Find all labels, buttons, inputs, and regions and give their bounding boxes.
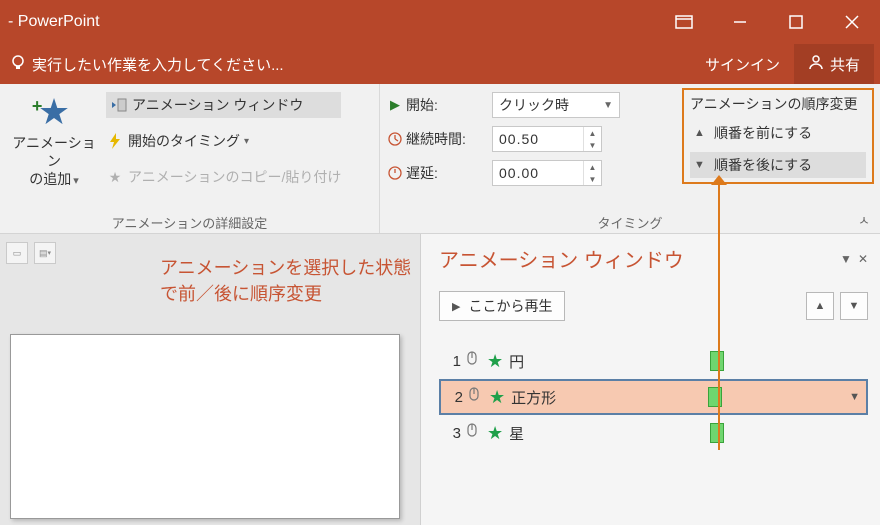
- animation-pane-button[interactable]: アニメーション ウィンドウ: [106, 92, 341, 118]
- annotation-text: アニメーションを選択した状態で前／後に順序変更: [160, 254, 420, 306]
- trigger-button[interactable]: 開始のタイミング ▾: [106, 128, 341, 154]
- move-later-button[interactable]: ▼ 順番を後にする: [690, 152, 866, 178]
- play-icon: ▶: [452, 300, 460, 313]
- start-bullet-icon: ▶: [386, 97, 404, 113]
- share-label: 共有: [830, 54, 860, 75]
- advanced-group-label: アニメーションの詳細設定: [0, 211, 379, 233]
- triangle-down-icon: ▼: [694, 159, 710, 171]
- reorder-title: アニメーションの順序変更: [690, 94, 866, 114]
- animation-item-selected[interactable]: 2 ★ 正方形 ▼: [439, 379, 868, 415]
- item-label: 星: [509, 423, 710, 444]
- item-label: 正方形: [511, 387, 708, 408]
- animation-painter-button: ★ アニメーションのコピー/貼り付け: [106, 164, 341, 190]
- tellme-input[interactable]: 実行したい作業を入力してください...: [32, 54, 691, 75]
- item-number: 2: [445, 389, 463, 406]
- delay-clock-icon: [386, 166, 404, 180]
- start-value: クリック時: [499, 95, 569, 115]
- duration-clock-icon: [386, 132, 404, 146]
- timing-bar: [710, 423, 724, 443]
- play-from-label: ここから再生: [468, 296, 552, 316]
- collapse-ribbon-icon[interactable]: ㅅ: [858, 210, 870, 229]
- mouse-click-icon: [465, 350, 479, 372]
- animation-pane-label: アニメーション ウィンドウ: [132, 95, 303, 115]
- animation-pane-icon: [110, 98, 128, 112]
- app-title: - PowerPoint: [0, 0, 656, 44]
- tellme-bulb-icon: [10, 54, 26, 75]
- animation-painter-label: アニメーションのコピー/貼り付け: [128, 167, 341, 187]
- move-down-button[interactable]: ▼: [840, 292, 868, 320]
- ribbon-display-options-icon[interactable]: [656, 0, 712, 44]
- triangle-up-icon: ▲: [694, 127, 710, 139]
- animation-pane: アニメーション ウィンドウ ▼ ✕ ▶ ここから再生 ▲ ▼ 1 ★: [420, 234, 880, 525]
- item-dropdown-icon[interactable]: ▼: [849, 391, 860, 403]
- slide-canvas[interactable]: [10, 334, 400, 519]
- share-button[interactable]: 共有: [794, 44, 874, 84]
- delay-value: 00.00: [493, 165, 583, 181]
- outline-view-button[interactable]: ▤▾: [34, 242, 56, 264]
- move-earlier-label: 順番を前にする: [714, 123, 812, 143]
- close-button[interactable]: [824, 0, 880, 44]
- play-from-button[interactable]: ▶ ここから再生: [439, 291, 565, 321]
- star-icon: ★: [487, 423, 503, 444]
- timing-group-label: タイミング: [380, 211, 880, 233]
- pane-close-icon[interactable]: ✕: [858, 252, 868, 266]
- animation-item[interactable]: 1 ★ 円: [439, 343, 868, 379]
- share-person-icon: [808, 54, 824, 74]
- mouse-click-icon: [467, 386, 481, 408]
- spin-up-icon[interactable]: ▲: [584, 127, 601, 139]
- signin-link[interactable]: サインイン: [691, 54, 794, 75]
- pane-dropdown-icon[interactable]: ▼: [840, 252, 852, 266]
- star-icon: ★: [487, 351, 503, 372]
- item-number: 1: [443, 353, 461, 370]
- spin-up-icon[interactable]: ▲: [584, 161, 601, 173]
- lightning-icon: [106, 133, 124, 149]
- move-later-label: 順番を後にする: [714, 155, 812, 175]
- duration-value: 00.50: [493, 131, 583, 147]
- add-animation-star-icon: +★: [38, 94, 70, 130]
- delay-spinner[interactable]: 00.00 ▲▼: [492, 160, 602, 186]
- move-up-button[interactable]: ▲: [806, 292, 834, 320]
- spin-down-icon[interactable]: ▼: [584, 173, 601, 185]
- timing-bar: [708, 387, 722, 407]
- star-icon: ★: [489, 387, 505, 408]
- timing-bar: [710, 351, 724, 371]
- add-animation-button[interactable]: +★ アニメーション の追加▾: [6, 88, 102, 190]
- pane-title: アニメーション ウィンドウ: [439, 244, 684, 273]
- maximize-button[interactable]: [768, 0, 824, 44]
- thumbnail-view-button[interactable]: ▭: [6, 242, 28, 264]
- duration-label: 継続時間:: [406, 129, 492, 149]
- mouse-click-icon: [465, 422, 479, 444]
- start-label: 開始:: [406, 95, 492, 115]
- minimize-button[interactable]: [712, 0, 768, 44]
- add-animation-label-2: の追加: [29, 171, 71, 187]
- dropdown-arrow-icon: ▼: [603, 100, 613, 111]
- add-animation-label-1: アニメーション: [12, 135, 95, 169]
- item-number: 3: [443, 425, 461, 442]
- spin-down-icon[interactable]: ▼: [584, 139, 601, 151]
- animation-item[interactable]: 3 ★ 星: [439, 415, 868, 451]
- item-label: 円: [509, 351, 710, 372]
- delay-label: 遅延:: [406, 163, 492, 183]
- start-combo[interactable]: クリック時 ▼: [492, 92, 620, 118]
- star-disabled-icon: ★: [106, 169, 124, 186]
- reorder-box: アニメーションの順序変更 ▲ 順番を前にする ▼ 順番を後にする: [682, 88, 874, 184]
- duration-spinner[interactable]: 00.50 ▲▼: [492, 126, 602, 152]
- trigger-label: 開始のタイミング: [128, 131, 240, 151]
- move-earlier-button[interactable]: ▲ 順番を前にする: [690, 120, 866, 146]
